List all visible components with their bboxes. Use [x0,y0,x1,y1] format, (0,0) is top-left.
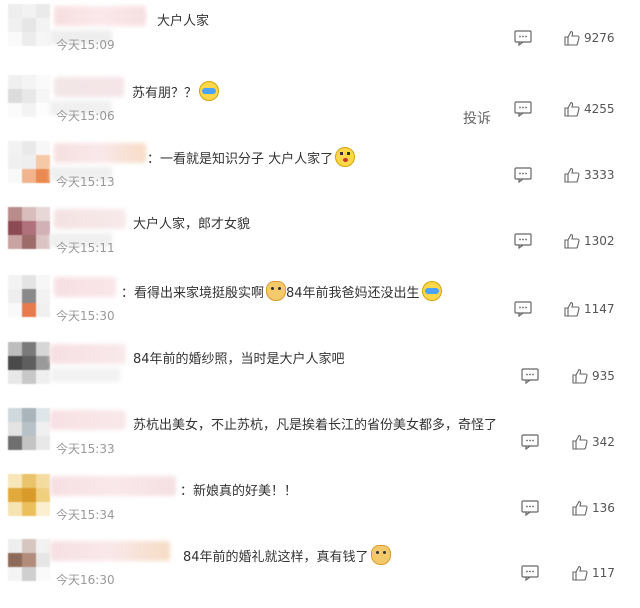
thumbs-up-icon [564,233,580,249]
comment-text-content: ：一看就是知识分子 大户人家了 [147,152,334,167]
like-count: 1147 [584,302,615,316]
comment-text-content: ：看得出来家境挺殷实啊 [121,286,265,301]
thumbs-up-icon [564,30,580,46]
like-count: 935 [592,369,615,383]
comment-text: ：看得出来家境挺殷实啊 84年前我爸妈还没出生 [121,281,442,301]
comment-time: 今天15:11 [56,241,115,255]
comment-text: ：新娘真的好美！！ [180,484,298,499]
avatar[interactable] [8,207,50,249]
like-count: 117 [592,566,615,580]
username-blurred[interactable] [54,277,116,297]
avatar[interactable] [8,408,50,450]
comment-icon[interactable] [514,301,532,317]
username-blurred[interactable] [54,143,146,163]
comment-time: 今天16:30 [56,573,115,587]
comment-text-content-2: 84年前我爸妈还没出生 [286,286,420,301]
comment-text: 84年前的婚礼就这样，真有钱了 [183,545,391,565]
comment-row: 今天15:09 大户人家 9276 [0,0,640,64]
thinking-emoji-icon [335,147,356,167]
avatar[interactable] [8,141,50,183]
comment-icon[interactable] [521,500,539,516]
crying-laugh-emoji-icon [199,81,220,101]
thumbs-up-icon [572,368,588,384]
comment-row: 今天15:33 苏杭出美女，不止苏杭，凡是挨着长江的省份美女都多，奇怪了 342 [0,404,640,468]
comment-row: 84年前的婚纱照，当时是大户人家吧 935 [0,338,640,402]
avatar[interactable] [8,4,50,46]
like-count: 342 [592,435,615,449]
comment-text: 大户人家 [157,14,210,29]
crying-laugh-emoji-icon [421,281,442,301]
thumbs-up-icon [564,101,580,117]
username-blurred[interactable] [50,541,170,561]
doge-emoji-icon [266,281,287,301]
username-blurred[interactable] [54,209,126,229]
avatar[interactable] [8,539,50,581]
comment-time: 今天15:13 [56,175,115,189]
comment-time: 今天15:30 [56,309,115,323]
comment-text: ：一看就是知识分子 大户人家了 [147,147,356,167]
thumbs-up-icon [572,500,588,516]
like-count: 1302 [584,234,615,248]
comment-icon[interactable] [514,167,532,183]
doge-emoji-icon [370,545,391,565]
like-count: 3333 [584,168,615,182]
thumbs-up-icon [572,434,588,450]
avatar[interactable] [8,342,50,384]
comment-row: 今天16:30 84年前的婚礼就这样，真有钱了 117 [0,535,640,599]
avatar[interactable] [8,275,50,317]
username-blurred[interactable] [50,410,126,430]
username-blurred[interactable] [50,344,126,364]
comment-text-content: 84年前的婚礼就这样，真有钱了 [183,550,369,565]
thumbs-up-icon [564,167,580,183]
comment-row: 今天15:11 大户人家，郎才女貌 1302 [0,203,640,267]
comment-time: 今天15:06 [56,109,115,123]
comment-text: 苏有朋？？ [132,81,220,101]
comment-text-content: 苏有朋？？ [132,86,198,101]
comment-text: 84年前的婚纱照，当时是大户人家吧 [133,352,345,367]
avatar[interactable] [8,474,50,516]
comment-time: 今天15:09 [56,38,115,52]
comment-icon[interactable] [521,434,539,450]
comment-icon[interactable] [521,565,539,581]
comment-time: 今天15:34 [56,508,115,522]
thumbs-up-icon [564,301,580,317]
comment-text: 苏杭出美女，不止苏杭，凡是挨着长江的省份美女都多，奇怪了 [133,418,498,433]
comment-row: 今天15:13 ：一看就是知识分子 大户人家了 3333 [0,137,640,201]
avatar[interactable] [8,75,50,117]
comment-icon[interactable] [514,233,532,249]
comment-icon[interactable] [521,368,539,384]
username-blurred[interactable] [50,476,176,496]
comment-row: 今天15:34 ：新娘真的好美！！ 136 [0,470,640,534]
report-button[interactable]: 投诉 [463,108,491,128]
comment-row: 今天15:30 ：看得出来家境挺殷实啊 84年前我爸妈还没出生 1147 [0,271,640,335]
comment-row: 今天15:06 苏有朋？？ 投诉 4255 [0,71,640,135]
thumbs-up-icon [572,565,588,581]
comment-icon[interactable] [514,101,532,117]
like-count: 4255 [584,102,615,116]
like-count: 136 [592,501,615,515]
username-blurred[interactable] [54,6,146,26]
comment-text: 大户人家，郎才女貌 [133,217,251,232]
comment-icon[interactable] [514,30,532,46]
like-count: 9276 [584,31,615,45]
username-blurred[interactable] [54,77,124,97]
comment-time: 今天15:33 [56,442,115,456]
